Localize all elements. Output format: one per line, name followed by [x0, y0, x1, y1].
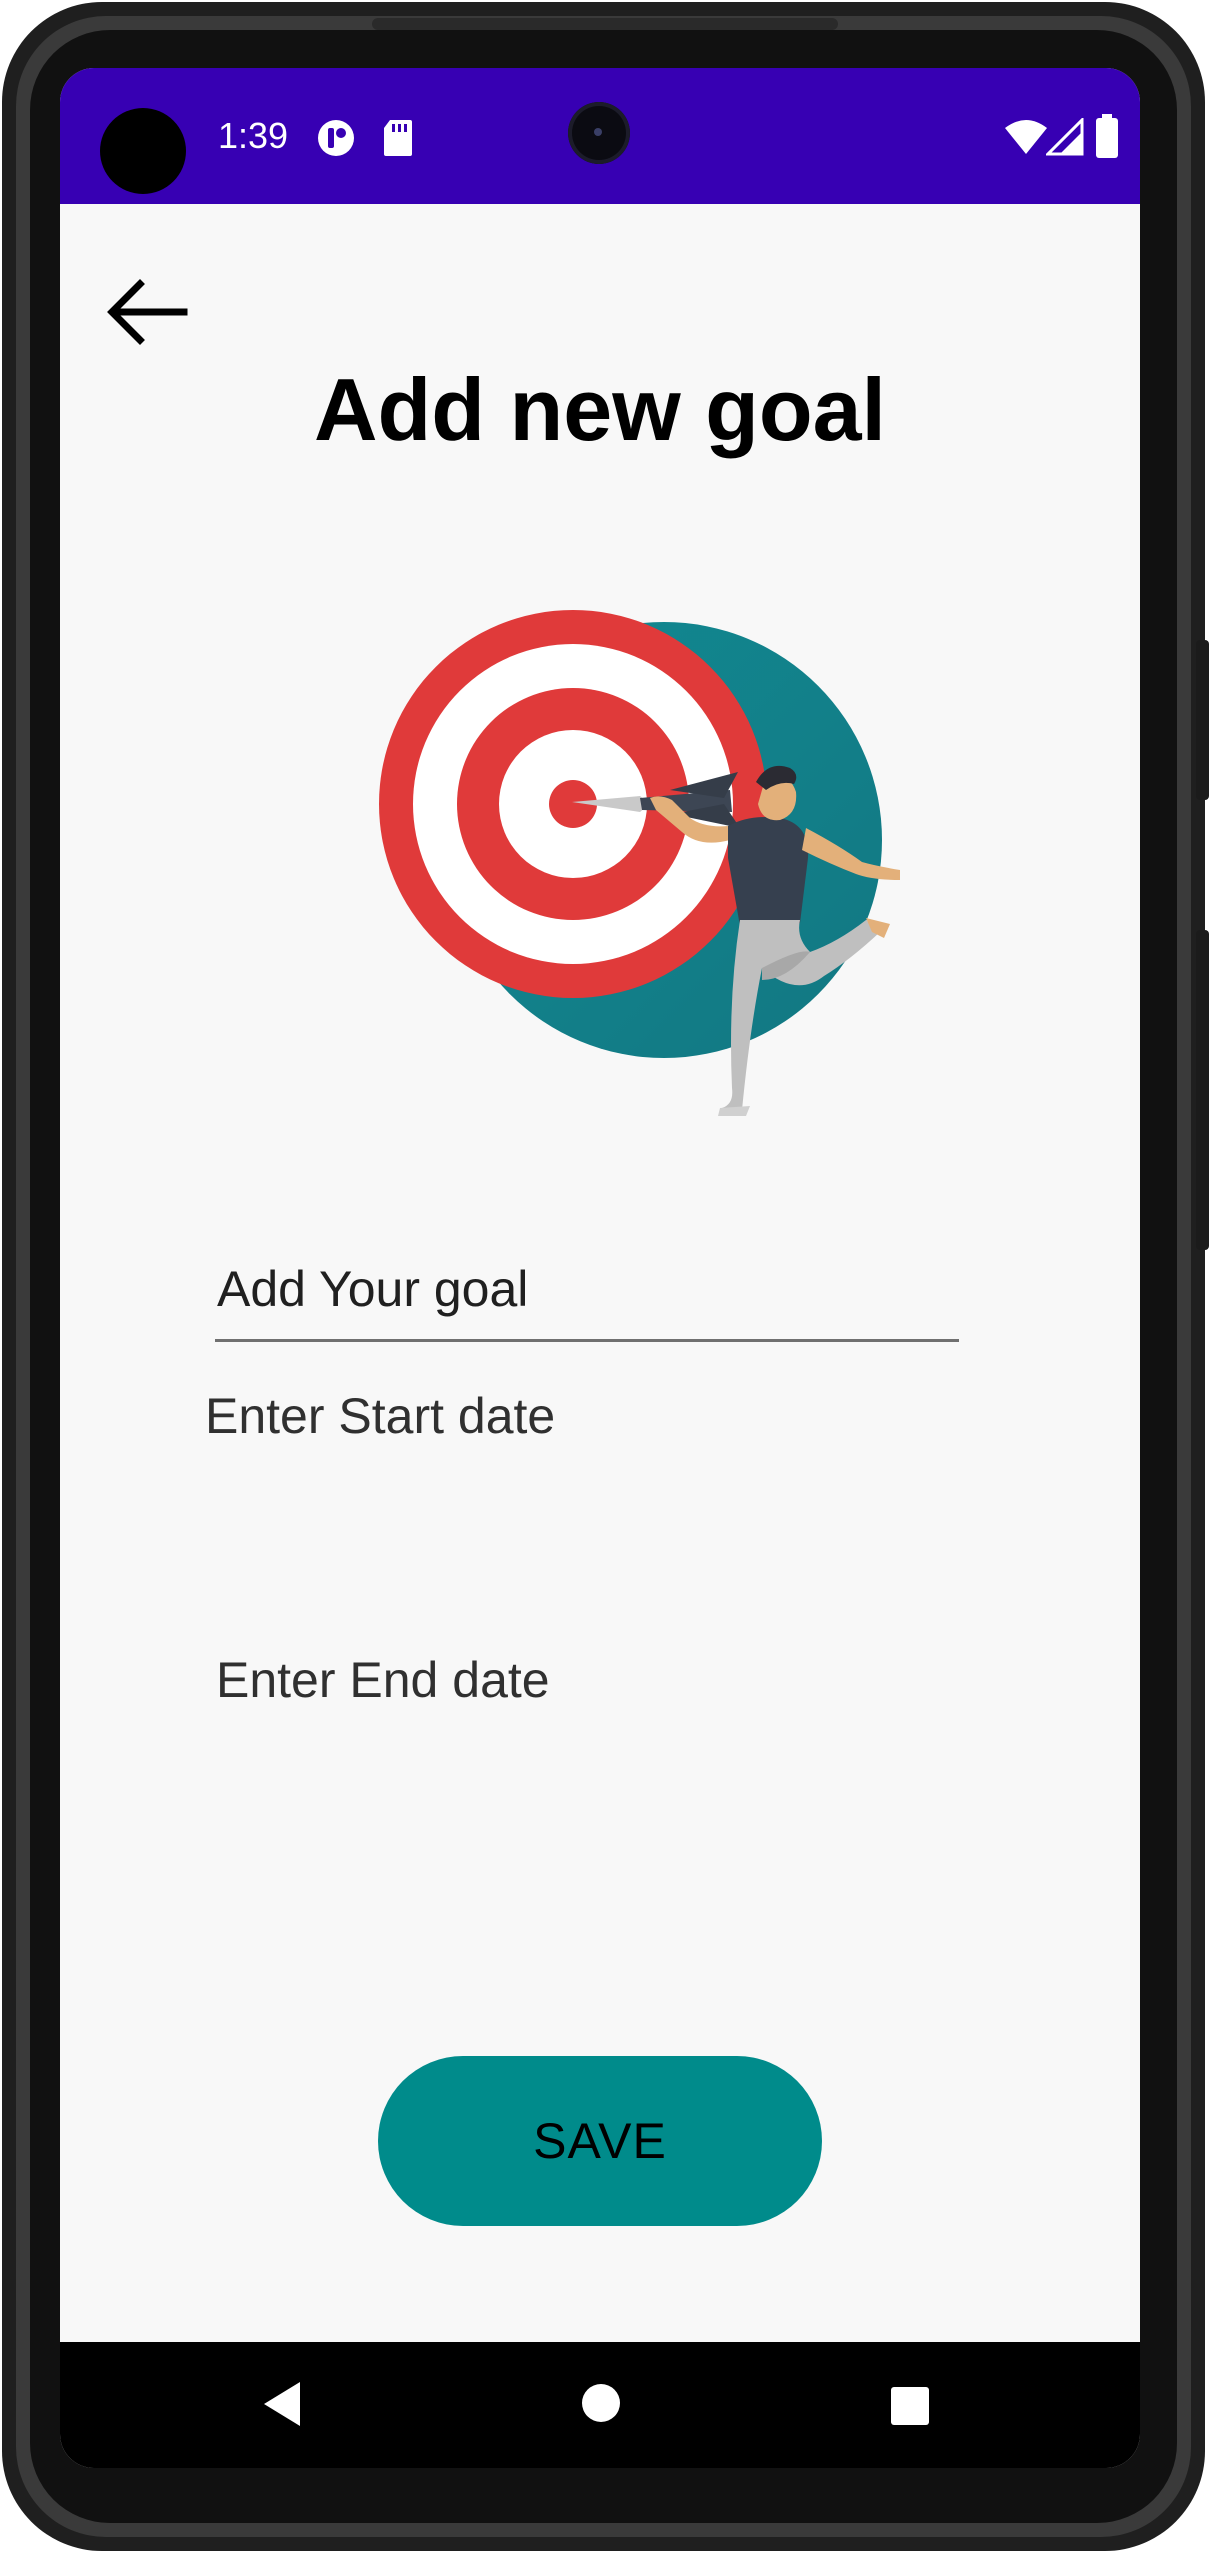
status-dot: [100, 108, 186, 194]
status-bar: 1:39: [60, 68, 1140, 204]
goal-input[interactable]: [215, 1178, 959, 1342]
nav-recents-button[interactable]: [890, 2386, 930, 2431]
goal-field: [215, 1178, 959, 1344]
battery-icon: [1096, 114, 1118, 158]
dartboard-target-illustration: [379, 610, 900, 1116]
nav-back-icon: [264, 2382, 300, 2426]
page-title: Add new goal: [314, 360, 886, 459]
nav-home-button[interactable]: [580, 2382, 622, 2429]
arrow-back-icon: [107, 279, 188, 345]
save-button[interactable]: SAVE: [378, 2056, 822, 2226]
back-button[interactable]: [100, 264, 196, 360]
nav-recents-icon: [891, 2387, 929, 2425]
nav-back-button[interactable]: [260, 2380, 304, 2433]
notification-icon: [318, 120, 354, 156]
front-camera: [568, 102, 630, 164]
app-screen: 1:39 Add new goal Add Your goal Enter St…: [60, 68, 1140, 2468]
sd-card-icon: [384, 120, 412, 156]
cell-signal-icon: [1046, 118, 1084, 156]
status-time: 1:39: [218, 115, 289, 156]
nav-home-icon: [582, 2384, 620, 2422]
wifi-icon: [1005, 120, 1047, 154]
navigation-bar: [60, 2342, 1140, 2468]
start-date-field[interactable]: Enter Start date: [205, 1386, 555, 1446]
end-date-field[interactable]: Enter End date: [216, 1650, 550, 1710]
